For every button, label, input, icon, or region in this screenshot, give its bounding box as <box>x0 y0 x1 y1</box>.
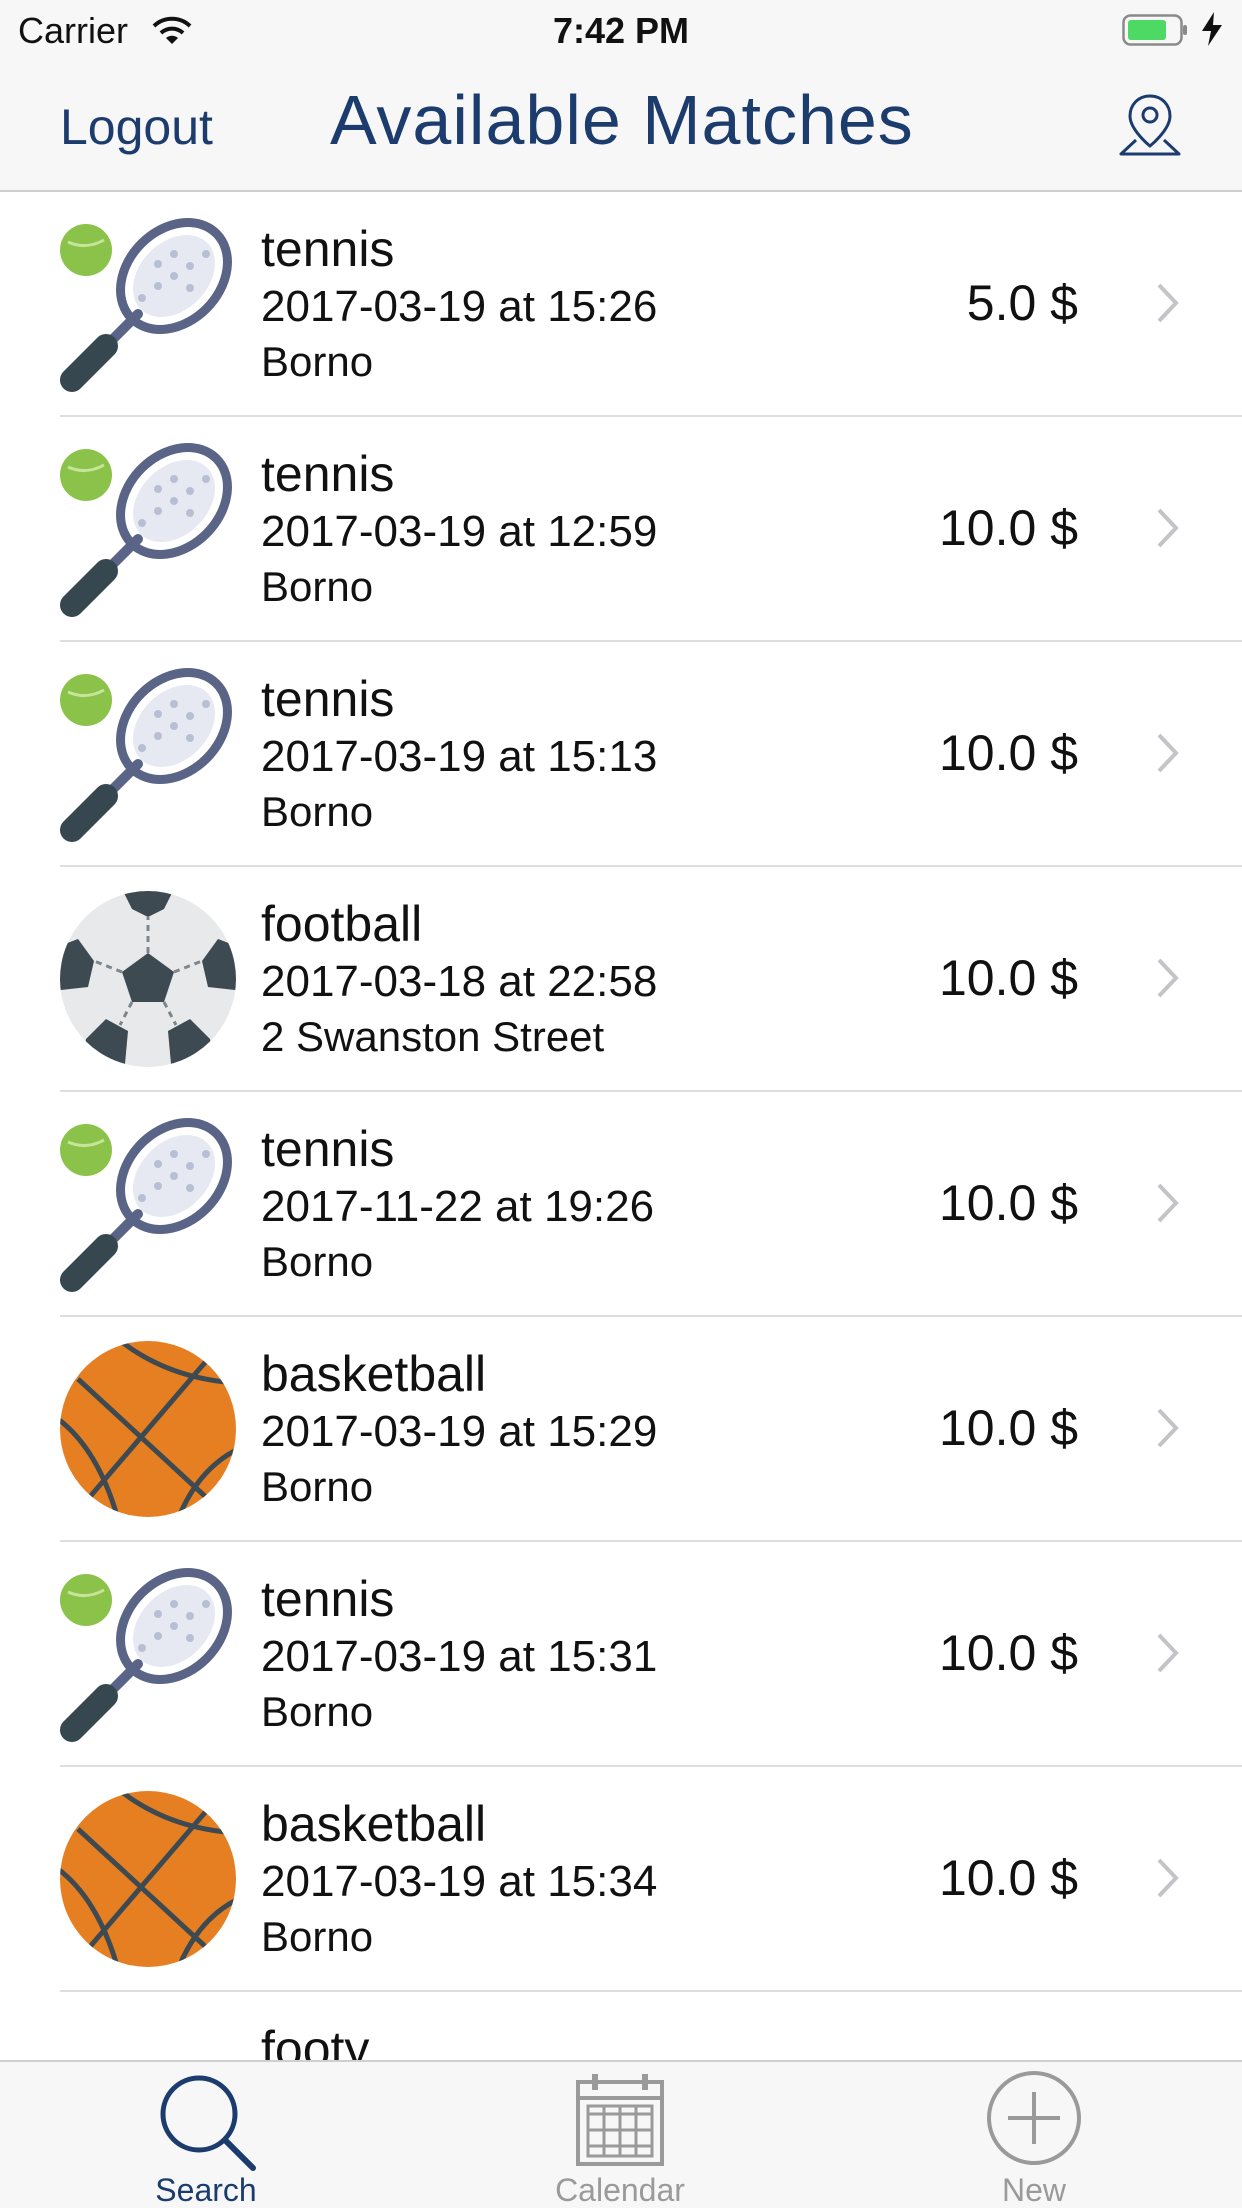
match-row[interactable]: basketball 2017-03-19 at 15:29 Borno 10.… <box>0 1317 1242 1542</box>
match-location: Borno <box>261 1688 374 1735</box>
logout-button[interactable]: Logout <box>60 98 213 156</box>
chevron-right-icon <box>1157 283 1179 323</box>
match-row[interactable]: basketball 2017-03-19 at 15:34 Borno 10.… <box>0 1767 1242 1992</box>
match-location: 2 Swanston Street <box>261 1013 605 1060</box>
match-sport: tennis <box>261 446 395 502</box>
plus-circle-icon <box>987 2071 1081 2165</box>
chevron-right-icon <box>1157 1183 1179 1223</box>
match-location: Borno <box>261 1238 374 1285</box>
tab-search[interactable]: Search <box>56 2062 356 2208</box>
basketball-icon <box>60 1791 236 1967</box>
match-list[interactable]: tennis 2017-03-19 at 15:26 Borno 5.0 $ t… <box>0 192 1242 2060</box>
match-datetime: 2017-03-19 at 15:31 <box>261 1632 658 1681</box>
status-bar: Carrier 7:42 PM <box>0 0 1242 60</box>
match-row[interactable]: tennis 2017-03-19 at 12:59 Borno 10.0 $ <box>0 417 1242 642</box>
basketball-icon <box>60 1341 236 1517</box>
tennis-icon <box>60 1118 232 1292</box>
match-row[interactable]: tennis 2017-03-19 at 15:26 Borno 5.0 $ <box>0 192 1242 417</box>
match-price: 10.0 $ <box>938 1175 1078 1231</box>
status-time: 7:42 PM <box>552 10 690 51</box>
match-row[interactable]: football 2017-03-18 at 22:58 2 Swanston … <box>0 867 1242 1092</box>
match-sport: football <box>261 896 423 952</box>
tab-new-label: New <box>1001 2172 1066 2208</box>
match-location: Borno <box>261 563 374 610</box>
match-sport: basketball <box>261 1796 487 1852</box>
tennis-icon <box>60 218 232 392</box>
football-icon <box>60 891 236 1067</box>
search-icon <box>160 2075 256 2171</box>
match-sport: tennis <box>261 221 395 277</box>
chevron-right-icon <box>1157 958 1179 998</box>
location-pin-icon[interactable] <box>1116 90 1184 160</box>
match-price: 10.0 $ <box>938 725 1078 781</box>
match-price: 5.0 $ <box>966 275 1078 331</box>
match-price: 10.0 $ <box>938 1850 1078 1906</box>
match-datetime: 2017-11-22 at 19:26 <box>261 1182 655 1231</box>
match-datetime: 2017-03-18 at 22:58 <box>261 957 658 1006</box>
match-price: 10.0 $ <box>938 950 1078 1006</box>
calendar-icon <box>576 2074 664 2166</box>
match-datetime: 2017-03-19 at 15:34 <box>261 1857 658 1906</box>
chevron-right-icon <box>1157 733 1179 773</box>
chevron-right-icon <box>1157 508 1179 548</box>
chevron-right-icon <box>1157 1633 1179 1673</box>
match-location: Borno <box>261 1913 374 1960</box>
match-sport: basketball <box>261 1346 487 1402</box>
match-sport: tennis <box>261 1121 395 1177</box>
match-sport: footy <box>261 2021 370 2060</box>
charging-bolt-icon <box>1202 12 1222 46</box>
tab-search-label: Search <box>155 2172 257 2208</box>
match-row[interactable]: tennis 2017-03-19 at 15:31 Borno 10.0 $ <box>0 1542 1242 1767</box>
tab-calendar[interactable]: Calendar <box>470 2062 770 2208</box>
match-sport: tennis <box>261 1571 395 1627</box>
match-datetime: 2017-03-19 at 15:26 <box>261 282 658 331</box>
chevron-right-icon <box>1157 1858 1179 1898</box>
tab-bar: Search Calendar New <box>0 2060 1242 2208</box>
battery-icon <box>1122 14 1187 46</box>
match-datetime: 2017-03-19 at 15:13 <box>261 732 658 781</box>
match-price: 10.0 $ <box>938 500 1078 556</box>
match-price: 10.0 $ <box>938 1400 1078 1456</box>
match-row[interactable]: footy <box>0 1992 1242 2060</box>
match-row[interactable]: tennis 2017-11-22 at 19:26 Borno 10.0 $ <box>0 1092 1242 1317</box>
page-title: Available Matches <box>330 81 914 159</box>
tab-calendar-label: Calendar <box>555 2172 685 2208</box>
match-datetime: 2017-03-19 at 15:29 <box>261 1407 658 1456</box>
navigation-bar: Logout Available Matches <box>0 60 1242 192</box>
match-row[interactable]: tennis 2017-03-19 at 15:13 Borno 10.0 $ <box>0 642 1242 867</box>
tennis-icon <box>60 443 232 617</box>
match-location: Borno <box>261 788 374 835</box>
match-datetime: 2017-03-19 at 12:59 <box>261 507 658 556</box>
tab-new[interactable]: New <box>884 2062 1184 2208</box>
match-sport: tennis <box>261 671 395 727</box>
match-location: Borno <box>261 1463 374 1510</box>
chevron-right-icon <box>1157 1408 1179 1448</box>
tennis-icon <box>60 1568 232 1742</box>
match-location: Borno <box>261 338 374 385</box>
tennis-icon <box>60 668 232 842</box>
match-price: 10.0 $ <box>938 1625 1078 1681</box>
